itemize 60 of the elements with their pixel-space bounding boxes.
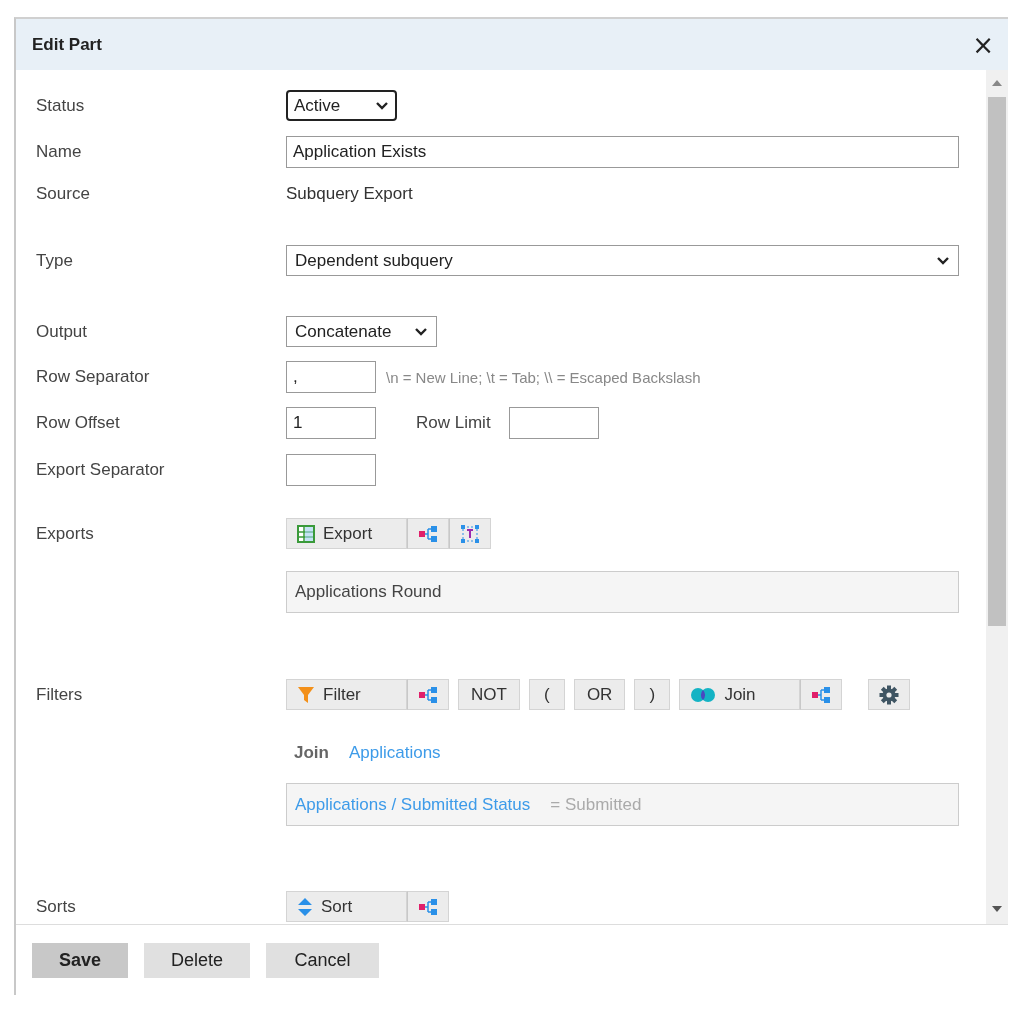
scroll-up-icon: [992, 80, 1002, 86]
scrollbar[interactable]: [986, 70, 1008, 924]
dialog-button[interactable]: Delete: [144, 943, 250, 978]
dropdown[interactable]: Concatenate: [286, 316, 437, 347]
hierarchy-button[interactable]: [407, 891, 449, 922]
field-label: Export Separator: [36, 460, 166, 480]
input-field[interactable]: Application Exists: [286, 136, 959, 168]
hierarchy-button[interactable]: [407, 679, 449, 710]
field-label: Name: [36, 142, 83, 162]
field-value: Subquery Export: [286, 184, 413, 204]
field-label: Output: [36, 321, 89, 342]
field-label: Exports: [36, 523, 95, 545]
dialog-button[interactable]: Save: [32, 943, 128, 978]
dialog-title: Edit Part: [32, 34, 102, 55]
settings-button[interactable]: [868, 679, 911, 710]
text-frame-button[interactable]: [449, 518, 491, 549]
caret-icon: [375, 100, 389, 111]
hierarchy-button[interactable]: [407, 518, 449, 549]
operator-button[interactable]: (: [528, 679, 565, 710]
join-label: Join: [294, 743, 329, 763]
input-field[interactable]: [286, 454, 376, 486]
scroll-thumb[interactable]: [988, 97, 1006, 626]
dropdown[interactable]: Dependent subquery: [286, 245, 959, 276]
export-item[interactable]: Applications Round: [286, 571, 959, 613]
hierarchy-icon: [418, 685, 438, 704]
dialog-button[interactable]: Cancel: [266, 943, 379, 978]
close-button[interactable]: ×: [972, 31, 994, 58]
field-label: Row Offset: [36, 413, 121, 433]
filter-button[interactable]: Filter: [286, 679, 407, 710]
table-icon: [297, 524, 315, 543]
hierarchy-icon: [418, 897, 438, 916]
operator-button[interactable]: NOT: [458, 679, 520, 710]
hint-text: \n = New Line; \t = Tab; \\ = Escaped Backslash: [386, 368, 701, 386]
export-button[interactable]: Export: [286, 518, 407, 549]
join-icon: [690, 685, 717, 704]
field-label: Type: [36, 250, 74, 271]
hierarchy-button[interactable]: [800, 679, 843, 710]
funnel-icon: [297, 685, 315, 704]
input-field[interactable]: [508, 407, 599, 439]
input-field[interactable]: 1: [286, 407, 376, 439]
field-label: Row Limit: [416, 413, 491, 433]
operator-button[interactable]: ): [634, 679, 671, 710]
hierarchy-icon: [811, 685, 832, 704]
caret-icon: [414, 326, 428, 337]
input-field[interactable]: ,: [286, 361, 376, 393]
caret-icon: [936, 255, 950, 266]
sort-button[interactable]: Sort: [286, 891, 407, 922]
condition-value: = Submitted: [550, 794, 642, 815]
field-label: Filters: [36, 684, 84, 706]
sort-icon: [297, 896, 313, 917]
field-label: Row Separator: [36, 367, 151, 387]
scroll-down-icon: [992, 906, 1002, 912]
field-label: Sorts: [36, 896, 77, 918]
text-frame-icon: [460, 523, 480, 544]
field-label: Source: [36, 184, 91, 204]
operator-button[interactable]: OR: [573, 679, 626, 710]
join-button[interactable]: Join: [679, 679, 801, 710]
field-label: Status: [36, 95, 86, 116]
dropdown[interactable]: Active: [286, 90, 397, 121]
hierarchy-icon: [418, 524, 438, 543]
